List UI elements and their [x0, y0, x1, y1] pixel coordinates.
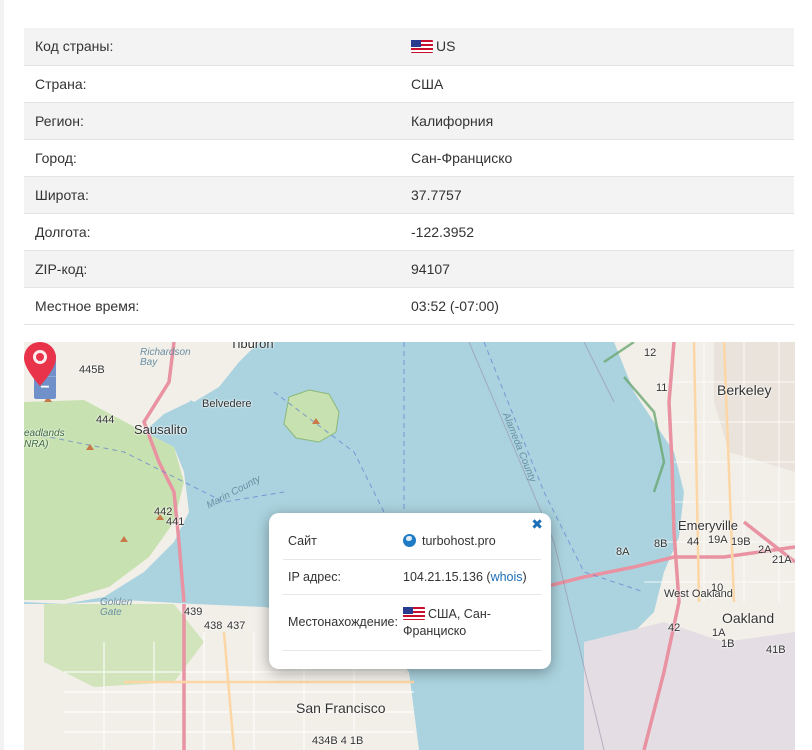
country-code-value: US [436, 38, 456, 55]
route-label: 11 [656, 382, 668, 394]
site-value: turbohost.pro [398, 523, 541, 560]
row-value: 37.7757 [411, 176, 794, 214]
route-label: 19A [708, 534, 728, 546]
map-label-richardson-bay: Richardson Bay [140, 347, 191, 368]
table-row: Регион: Калифорния [24, 102, 794, 140]
table-row: Сайт turbohost.pro [283, 523, 541, 560]
route-label: 438 [204, 620, 223, 632]
ip-value: 104.21.15.136 (whois) [398, 559, 541, 595]
table-row: Широта: 37.7757 [24, 176, 794, 214]
row-label: Широта: [24, 176, 411, 214]
map-label-headlands: eadlands NRA) [24, 428, 65, 450]
route-label: 12 [644, 347, 657, 359]
location-value: США, Сан-Франциско [398, 594, 541, 651]
route-label: 19B [731, 536, 751, 548]
route-label: 434B 4 1B [312, 735, 364, 747]
row-label: Код страны: [24, 28, 411, 66]
map-label-berkeley: Berkeley [717, 382, 772, 398]
map-label-sausalito: Sausalito [134, 422, 188, 437]
row-label: Город: [24, 139, 411, 177]
table-row: Местонахождение: США, Сан-Франциско [283, 594, 541, 651]
ip-label: IP адрес: [283, 559, 398, 595]
route-label: 1B [721, 638, 735, 650]
ip-info-card: Код страны: US Страна: США Регион: Калиф… [4, 0, 812, 750]
row-value: Калифорния [411, 102, 794, 140]
location-map[interactable]: + − Tiburon Richardson Bay Belvedere Sau… [24, 342, 795, 750]
route-label: 42 [668, 622, 681, 634]
route-label: 439 [184, 606, 203, 618]
route-label: 8A [616, 546, 630, 558]
ip-info-table: Код страны: US Страна: США Регион: Калиф… [24, 28, 794, 325]
map-label-tiburon: Tiburon [230, 342, 274, 351]
ip-paren: ) [522, 570, 527, 584]
whois-link[interactable]: whois [491, 570, 523, 584]
map-label-san-francisco: San Francisco [296, 700, 386, 716]
row-label: Страна: [24, 65, 411, 103]
route-label: 445B [79, 364, 105, 376]
map-label-golden-gate: Golden Gate [100, 597, 133, 618]
popup-table: Сайт turbohost.pro IP адрес: 104.21.15.1… [283, 523, 541, 651]
route-label: 444 [96, 414, 115, 426]
ip-address: 104.21.15.136 ( [403, 570, 491, 584]
us-flag-icon [403, 606, 425, 620]
location-popup: ✖ Сайт turbohost.pro IP адрес: 104.21.15… [269, 513, 551, 669]
table-row: Местное время: 03:52 (-07:00) [24, 287, 794, 325]
us-flag-icon [411, 40, 433, 54]
table-row: ZIP-код: 94107 [24, 250, 794, 288]
table-row: Долгота: -122.3952 [24, 213, 794, 251]
location-marker-icon[interactable] [24, 342, 56, 386]
row-label: Долгота: [24, 213, 411, 251]
route-label: 8B [654, 538, 668, 550]
route-label: 21A [772, 554, 792, 566]
route-label: 441 [166, 516, 185, 528]
row-value: -122.3952 [411, 213, 794, 251]
route-label: 437 [227, 620, 246, 632]
route-label: 41B [766, 644, 786, 656]
table-row: Код страны: US [24, 28, 794, 66]
location-label: Местонахождение: [283, 594, 398, 651]
row-value: 03:52 (-07:00) [411, 287, 794, 325]
map-label-emeryville: Emeryville [678, 518, 738, 533]
site-label: Сайт [283, 523, 398, 560]
route-label: 2A [758, 544, 772, 556]
row-value: США [411, 65, 794, 103]
row-label: Регион: [24, 102, 411, 140]
table-row: IP адрес: 104.21.15.136 (whois) [283, 559, 541, 595]
row-value: US [411, 28, 794, 66]
route-label: 44 [687, 536, 700, 548]
row-value: 94107 [411, 250, 794, 288]
row-label: ZIP-код: [24, 250, 411, 288]
row-label: Местное время: [24, 287, 411, 325]
map-label-oakland: Oakland [722, 610, 775, 626]
site-domain: turbohost.pro [422, 534, 496, 548]
table-row: Город: Сан-Франциско [24, 139, 794, 177]
route-label: 10 [711, 582, 724, 594]
map-label-belvedere: Belvedere [202, 398, 252, 410]
row-value: Сан-Франциско [411, 139, 794, 177]
globe-icon [403, 534, 416, 547]
table-row: Страна: США [24, 65, 794, 103]
